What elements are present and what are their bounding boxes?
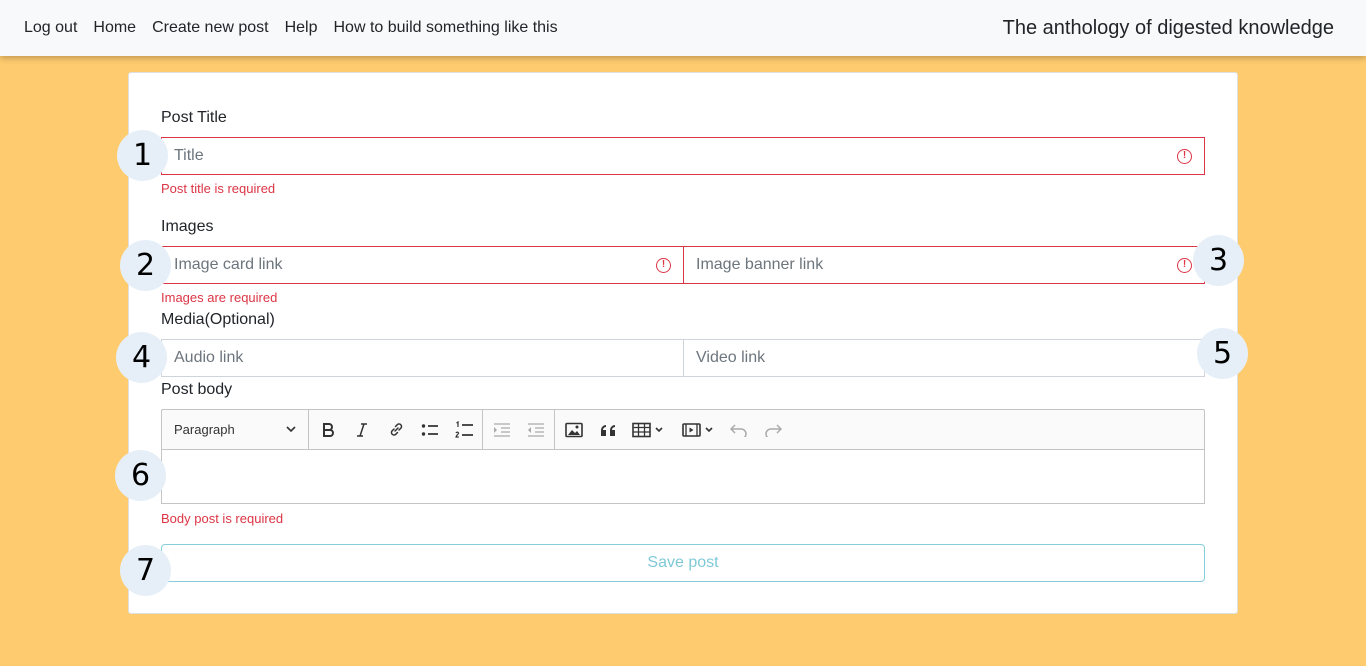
nav-create-post-link[interactable]: Create new post [152,19,269,37]
chevron-down-icon [286,426,296,433]
toolbar-divider [482,410,483,449]
editor-toolbar: Paragraph [161,409,1205,450]
media-label: Media(Optional) [161,311,275,328]
link-icon[interactable] [379,410,413,449]
post-title-input[interactable]: Title ! [161,137,1205,175]
image-banner-placeholder: Image banner link [696,256,824,273]
image-icon[interactable] [557,410,591,449]
badge-number: 6 [115,450,166,501]
post-title-error: Post title is required [161,181,276,196]
image-card-placeholder: Image card link [174,256,283,273]
image-card-input[interactable]: Image card link ! [161,246,684,284]
bold-icon[interactable] [311,410,345,449]
error-icon: ! [1177,257,1192,273]
badge-number: 7 [120,545,171,596]
badge-number: 1 [117,130,168,181]
badge-number: 4 [116,332,167,383]
post-title-placeholder: Title [174,147,204,164]
badge-number: 5 [1197,328,1248,379]
images-label: Images [161,218,214,235]
undo-icon[interactable] [722,410,756,449]
toolbar-divider [554,410,555,449]
nav-links: Log out Home Create new post Help How to… [24,19,574,37]
media-embed-icon[interactable] [675,410,721,449]
badge-number: 3 [1193,235,1244,286]
indent-icon[interactable] [485,410,519,449]
site-brand[interactable]: The anthology of digested knowledge [1003,17,1334,40]
toolbar-divider [308,410,309,449]
blockquote-icon[interactable] [591,410,625,449]
nav-help-link[interactable]: Help [285,19,318,37]
error-icon: ! [656,257,671,273]
paragraph-dropdown[interactable]: Paragraph [162,410,308,449]
italic-icon[interactable] [345,410,379,449]
nav-logout-link[interactable]: Log out [24,19,77,37]
create-post-card: Post Title Title ! Post title is require… [128,72,1238,614]
post-title-label: Post Title [161,109,227,126]
video-link-input[interactable]: Video link [683,339,1205,377]
nav-how-to-build-link[interactable]: How to build something like this [334,19,558,37]
post-body-editor[interactable] [161,449,1205,504]
error-icon: ! [1177,148,1192,164]
navbar: Log out Home Create new post Help How to… [0,0,1366,56]
post-body-label: Post body [161,381,233,398]
image-banner-input[interactable]: Image banner link ! [683,246,1205,284]
save-post-button[interactable]: Save post [161,544,1205,582]
table-icon[interactable] [625,410,671,449]
redo-icon[interactable] [756,410,790,449]
outdent-icon[interactable] [519,410,553,449]
video-link-placeholder: Video link [696,349,766,366]
audio-link-input[interactable]: Audio link [161,339,684,377]
nav-home-link[interactable]: Home [93,19,136,37]
audio-link-placeholder: Audio link [174,349,244,366]
numbered-list-icon[interactable] [447,410,481,449]
post-body-error: Body post is required [161,511,284,526]
badge-number: 2 [120,240,171,291]
images-error: Images are required [161,290,278,305]
paragraph-dropdown-label: Paragraph [174,422,235,437]
bulleted-list-icon[interactable] [413,410,447,449]
